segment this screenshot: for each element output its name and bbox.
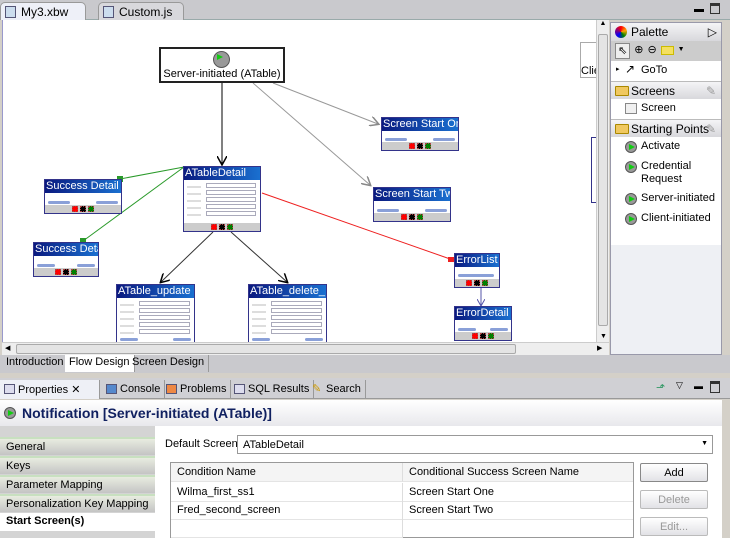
edit-button[interactable]: Edit... [640,517,708,536]
screen-node-atable-delete[interactable]: ATable_delete_ [248,284,327,342]
screen-node-screen-start-two[interactable]: Screen Start Two [373,187,451,222]
editor-tab-bar: My3.xbw ✕ Custom.js ▬ [0,0,730,33]
console-icon [106,384,117,394]
new-view-icon[interactable]: ⬏ [656,381,665,394]
minimize-icon[interactable]: ▬ [694,4,704,15]
side-tab-personalization-key-mapping[interactable]: Personalization Key Mapping [0,494,155,512]
dropdown-icon[interactable]: ▼ [678,46,685,59]
play-icon [625,141,637,153]
palette: Palette ▷ ⇖ ⊕ ⊖ ▼ ▸ ↗ GoTo Screens ✎ Screen … [610,22,722,355]
edge-start-to-screen-start-one[interactable] [272,82,378,124]
side-tab-start-screens[interactable]: Start Screen(s) [0,513,155,531]
maximize-icon[interactable] [710,381,720,393]
palette-item-credential-request[interactable]: Credential Request [611,157,721,189]
zoom-out-icon[interactable]: ⊖ [647,43,656,59]
horizontal-scrollbar[interactable]: ◀ ▶ [2,342,609,355]
side-tab-keys[interactable]: Keys [0,456,155,474]
select-tool-icon[interactable]: ⇖ [615,43,631,59]
screen-node-errordetail[interactable]: ErrorDetail [454,306,512,341]
play-icon [4,407,16,419]
palette-toolbar: ⇖ ⊕ ⊖ ▼ [611,41,721,61]
close-icon[interactable]: ✕ [71,384,80,396]
collapse-arrow-icon[interactable]: ▷ [708,25,717,39]
play-icon [625,213,637,225]
view-menu-icon[interactable]: ▽ [676,380,683,391]
palette-icon [615,26,627,38]
palette-item-activate[interactable]: Activate [611,137,721,157]
screen-node-errorlist[interactable]: ErrorList [454,253,500,288]
goto-arrow-icon: ↗ [625,62,636,76]
sql-results-icon [234,384,245,394]
add-button[interactable]: Add [640,463,708,482]
default-screen-combo[interactable]: ATableDetail ▼ [237,435,713,454]
tab-introduction[interactable]: Introduction [2,355,69,372]
side-tab-general[interactable]: General [0,437,155,455]
start-node-server-initiated[interactable]: Server-initiated (ATable) [159,47,285,83]
palette-item-goto[interactable]: ▸ ↗ GoTo [611,61,721,81]
table-cell[interactable]: Screen Start Two [403,501,633,520]
palette-item-server-initiated[interactable]: Server-initiated [611,189,721,209]
note-icon[interactable] [660,46,674,55]
palette-drawer-screens[interactable]: Screens ✎ [611,81,721,99]
maximize-icon[interactable] [710,3,720,14]
edge-success-1[interactable] [119,166,185,180]
tab-custom-js[interactable]: Custom.js [98,2,184,20]
screen-node-success-detail-2[interactable]: Success Detail 2 [33,242,99,277]
tab-console[interactable]: Console [102,380,166,399]
table-cell[interactable]: Wilma_first_ss1 [171,483,403,502]
view-tab-bar: Properties ✕ Console Problems SQL Result… [0,378,730,399]
table-cell[interactable]: Screen Start One [403,483,633,502]
minimize-icon[interactable]: ▬ [694,381,703,391]
tab-problems[interactable]: Problems [162,380,232,399]
problems-icon [166,384,177,394]
xbw-file-icon [5,6,16,18]
scroll-thumb[interactable] [16,344,516,354]
scroll-thumb[interactable] [598,34,608,326]
screen-node-atable-update[interactable]: ATable_update [116,284,195,342]
flow-design-canvas[interactable]: Server-initiated (ATable) ATableDetail S… [2,20,596,342]
delete-button[interactable]: Delete [640,490,708,509]
tab-properties[interactable]: Properties ✕ [0,380,100,399]
palette-drawer-starting-points[interactable]: Starting Points ✎ [611,119,721,137]
properties-icon [4,384,15,394]
js-file-icon [103,6,114,18]
play-icon [625,193,637,205]
screen-node-atabledetail[interactable]: ATableDetail [183,166,261,232]
palette-item-screen[interactable]: Screen [611,99,721,119]
zoom-in-icon[interactable]: ⊕ [634,43,643,59]
palette-header[interactable]: Palette ▷ [611,23,721,41]
pin-icon[interactable]: ✎ [706,122,716,136]
search-icon: ✎ [312,383,322,395]
conditions-table: Condition Name Conditional Success Scree… [170,462,634,538]
edge-atabledetail-to-update[interactable] [161,231,214,282]
table-row-empty[interactable] [171,519,403,538]
column-header-success-screen[interactable]: Conditional Success Screen Name [403,463,633,482]
default-screen-label: Default Screen: [165,438,241,450]
tab-search[interactable]: ✎ Search [308,380,366,399]
folder-icon [615,86,629,96]
editor-page-tabs: Introduction Flow Design Screen Design [0,355,730,373]
chevron-down-icon[interactable]: ▼ [701,440,708,447]
tab-my3-xbw[interactable]: My3.xbw ✕ [0,2,86,33]
properties-title: Notification [Server-initiated (ATable)] [0,400,722,426]
tab-screen-design[interactable]: Screen Design [128,355,210,372]
palette-item-client-initiated[interactable]: Client-initiated [611,209,721,229]
side-tab-parameter-mapping[interactable]: Parameter Mapping [0,475,155,493]
tab-flow-design[interactable]: Flow Design [65,355,135,372]
tab-sql-results[interactable]: SQL Results [230,380,315,399]
vertical-scrollbar[interactable]: ▲ ▼ [596,20,609,342]
folder-icon [615,124,629,134]
table-cell[interactable]: Fred_second_screen [171,501,403,520]
screen-node-screen-start-one[interactable]: Screen Start One [381,117,459,151]
screen-node-success-detail-1[interactable]: Success Detail 1 [44,179,122,214]
edge-atabledetail-to-delete[interactable] [230,231,287,282]
column-header-condition-name[interactable]: Condition Name [171,463,403,482]
screen-icon [625,103,637,114]
play-icon [213,51,230,68]
play-icon [625,161,637,173]
start-node-client-partial[interactable]: Clie [580,42,596,78]
pin-icon[interactable]: ✎ [706,84,716,98]
